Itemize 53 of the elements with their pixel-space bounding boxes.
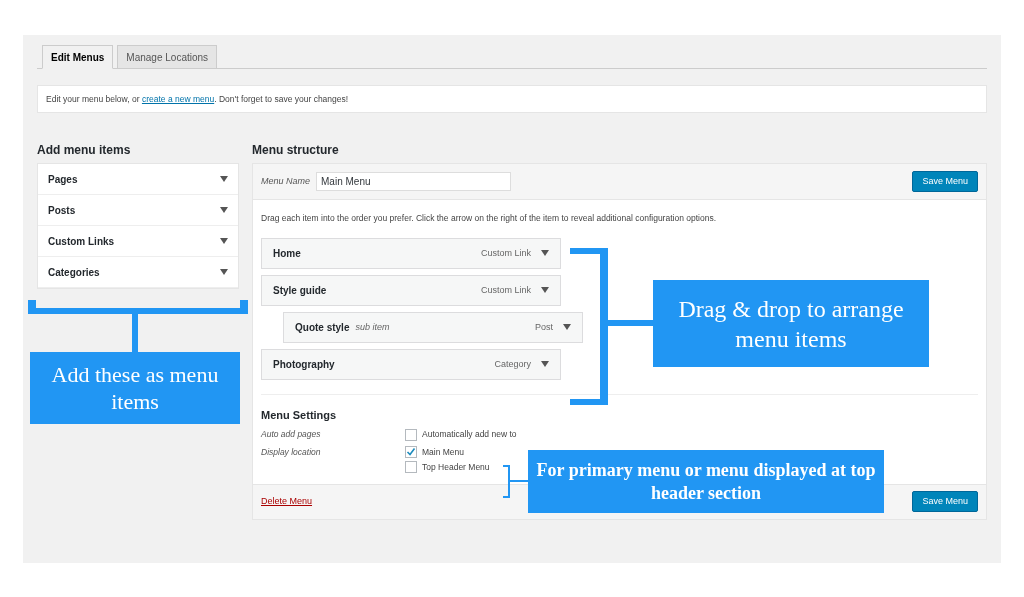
caret-icon <box>563 324 571 331</box>
tab[interactable]: Manage Locations <box>117 45 218 69</box>
item-type: Post <box>535 320 553 334</box>
menu-item-title: Photography <box>273 357 335 372</box>
accordion-section[interactable]: Categories <box>38 257 238 288</box>
caret-icon <box>541 361 549 368</box>
menu-item[interactable]: Quote style sub item Post <box>283 311 583 343</box>
tab[interactable]: Edit Menus <box>42 45 114 69</box>
field-label: Menu Name <box>261 174 311 188</box>
instructions-text: Drag each item into the order you prefer. Click the arrow on the right of the item to reveal additional configuration options. <box>261 212 717 225</box>
caret-icon <box>220 269 228 275</box>
section-heading: Add menu items <box>37 142 132 159</box>
checkbox-label: Main Menu <box>422 446 465 459</box>
item-type: Custom Link <box>480 246 531 260</box>
accordion-section[interactable]: Pages <box>38 164 238 195</box>
menu-item-title: Quote style <box>295 320 350 335</box>
checkbox-label: Top Header Menu <box>422 460 490 474</box>
caret-icon <box>541 250 549 257</box>
caret-icon <box>220 238 228 244</box>
save-menu-button[interactable]: Save Menu <box>912 171 978 192</box>
menu-item[interactable]: Home Custom Link <box>261 237 561 269</box>
checkbox[interactable] <box>405 446 417 459</box>
accordion-section[interactable]: Posts <box>38 195 238 226</box>
menu-item-title: Style guide <box>273 283 327 298</box>
setting-label: Display location <box>261 446 322 459</box>
item-type: Custom Link <box>480 283 531 297</box>
item-type: Category <box>494 357 531 371</box>
checkbox[interactable] <box>405 461 417 474</box>
callout-box: For primary menu or menu displayed at top header section <box>528 450 884 513</box>
accordion-section[interactable]: Custom Links <box>38 226 238 257</box>
caret-icon <box>541 287 549 294</box>
delete-menu-link[interactable]: Delete Menu <box>261 494 313 509</box>
menu-item-title: Home <box>273 246 301 261</box>
checkbox[interactable] <box>405 428 417 441</box>
section-heading: Menu structure <box>252 142 340 159</box>
callout-box: Drag & drop to arrange menu items <box>653 280 929 367</box>
notice-text: Edit your menu below, or create a new menu. Don't forget to save your changes! <box>46 92 349 106</box>
caret-icon <box>220 207 228 213</box>
settings-heading: Menu Settings <box>261 407 338 423</box>
menu-item[interactable]: Style guide Custom Link <box>261 274 561 306</box>
save-menu-button[interactable]: Save Menu <box>912 491 978 512</box>
caret-icon <box>220 176 228 182</box>
menu-item[interactable]: Photography Category <box>261 348 561 380</box>
sub-item-label: sub item <box>355 320 390 334</box>
section-label: Custom Links <box>48 234 115 249</box>
checkbox-label: Automatically add new to <box>422 428 517 441</box>
section-label: Posts <box>48 203 76 218</box>
menu-name-field[interactable]: Main Menu <box>316 172 512 191</box>
setting-label: Auto add pages <box>261 428 322 441</box>
callout-box: Add these as menu items <box>30 352 240 424</box>
section-label: Categories <box>48 265 100 280</box>
bracket-drawing <box>503 465 529 498</box>
section-label: Pages <box>48 172 78 187</box>
